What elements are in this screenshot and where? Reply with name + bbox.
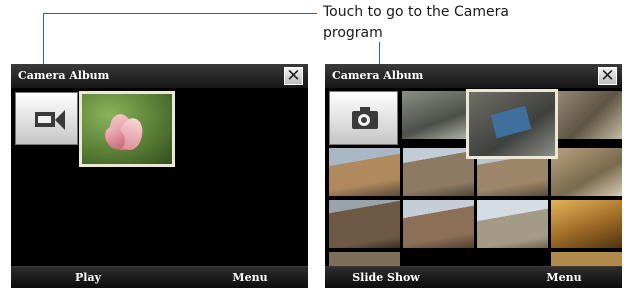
softkey-bar: Slide Show Menu <box>325 266 622 288</box>
lotus-flower-image <box>101 108 146 153</box>
photo-thumbnail[interactable] <box>552 91 622 139</box>
callout-text: Touch to go to the Camera program <box>323 2 623 44</box>
photo-thumbnail[interactable] <box>329 148 400 196</box>
photo-thumbnail[interactable] <box>329 252 400 266</box>
title-bar: Camera Album ✕ <box>325 64 622 88</box>
camera-program-button[interactable] <box>15 92 78 145</box>
leader-line-top <box>43 13 317 14</box>
photo-thumbnail[interactable] <box>329 200 400 248</box>
photo-thumbnail[interactable] <box>402 91 473 139</box>
softkey-slide-show[interactable]: Slide Show <box>336 271 436 284</box>
window-title: Camera Album <box>332 69 424 82</box>
close-button[interactable]: ✕ <box>598 67 617 85</box>
photo-thumbnail[interactable] <box>551 148 622 196</box>
left-phone-screen: Camera Album ✕ Play Menu <box>11 64 308 288</box>
blue-object-image <box>490 105 532 139</box>
video-camera-icon <box>35 110 65 130</box>
camera-program-button[interactable] <box>329 91 398 145</box>
right-phone-screen: Camera Album ✕ Slide Show Menu <box>325 64 622 288</box>
softkey-bar: Play Menu <box>11 266 308 288</box>
photo-thumbnail[interactable] <box>403 200 474 248</box>
photo-thumbnail[interactable] <box>551 252 622 266</box>
callout-line-2: program <box>323 25 383 41</box>
photo-thumbnail[interactable] <box>403 148 474 196</box>
selected-photo-thumbnail[interactable] <box>466 89 558 159</box>
lotus-photo-thumbnail[interactable] <box>79 91 175 167</box>
callout-line-1: Touch to go to the Camera <box>323 4 509 20</box>
close-button[interactable]: ✕ <box>284 67 303 85</box>
title-bar: Camera Album ✕ <box>11 64 308 88</box>
photo-thumbnail[interactable] <box>477 200 548 248</box>
photo-camera-icon <box>352 106 378 130</box>
photo-thumbnail[interactable] <box>551 200 622 248</box>
softkey-menu[interactable]: Menu <box>514 271 614 284</box>
softkey-menu[interactable]: Menu <box>200 271 300 284</box>
window-title: Camera Album <box>18 69 110 82</box>
softkey-play[interactable]: Play <box>38 271 138 284</box>
